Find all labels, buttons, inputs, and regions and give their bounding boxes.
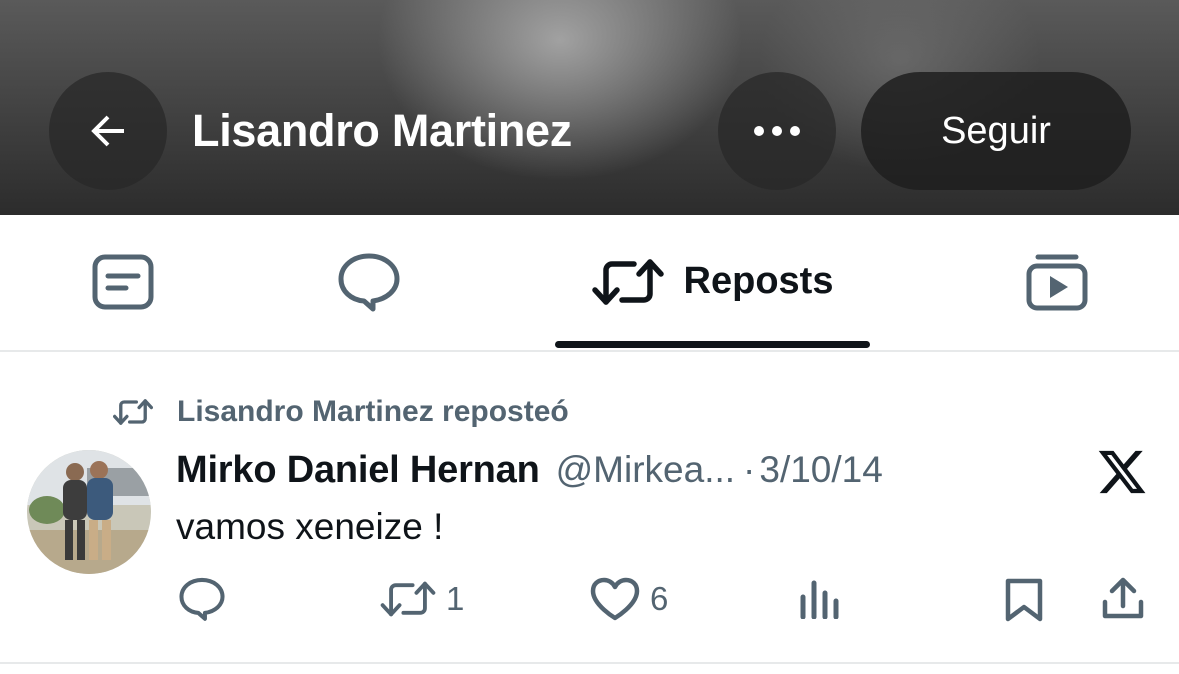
reply-bubble-icon (338, 253, 400, 311)
post-divider (0, 662, 1179, 664)
heart-icon (590, 577, 640, 621)
bookmark-icon (1005, 578, 1043, 622)
views-button[interactable] (798, 574, 842, 624)
repost-small-icon (113, 399, 153, 425)
profile-name: Lisandro Martinez (192, 105, 572, 156)
more-horizontal-icon (754, 126, 800, 136)
bookmark-button[interactable] (1003, 574, 1045, 624)
avatar-photo (27, 450, 151, 574)
repost-button[interactable]: 1 (380, 574, 464, 624)
tab-reposts[interactable]: Reposts (555, 215, 870, 348)
back-button[interactable] (49, 72, 167, 190)
share-icon (1102, 577, 1144, 619)
media-icon (1026, 254, 1088, 310)
author-name[interactable]: Mirko Daniel Hernan (176, 449, 540, 492)
tab-reposts-label: Reposts (683, 260, 834, 302)
profile-tabs: Reposts (0, 215, 1179, 348)
repost-context-text: Lisandro Martinez reposteó (177, 395, 569, 428)
avatar[interactable] (27, 450, 151, 574)
repost-context: Lisandro Martinez reposteó (113, 392, 569, 432)
tab-posts[interactable] (40, 215, 206, 348)
views-icon (800, 580, 839, 619)
repost-icon (380, 581, 436, 617)
more-button[interactable] (718, 72, 836, 190)
reply-icon (179, 577, 225, 621)
x-logo-icon (1098, 450, 1146, 494)
follow-button[interactable]: Seguir (861, 72, 1131, 190)
like-count: 6 (650, 580, 669, 617)
share-button[interactable] (1100, 574, 1146, 624)
tabs-divider (0, 350, 1179, 352)
active-tab-indicator (555, 341, 870, 348)
repost-count: 1 (446, 580, 465, 617)
profile-header: Lisandro Martinez Seguir (0, 0, 1179, 215)
separator-dot: · (743, 449, 756, 490)
like-button[interactable]: 6 (590, 574, 668, 624)
reply-button[interactable] (178, 574, 226, 624)
posts-icon (92, 254, 154, 309)
repost-icon (591, 258, 664, 305)
post-date[interactable]: 3/10/14 (759, 449, 882, 491)
author-handle[interactable]: @Mirkea... (556, 449, 735, 491)
tab-media[interactable] (974, 215, 1140, 348)
post-text: vamos xeneize ! (176, 506, 444, 547)
arrow-left-icon (91, 115, 124, 147)
post-header: Mirko Daniel Hernan @Mirkea... · 3/10/14 (176, 446, 883, 494)
tab-replies[interactable] (286, 215, 452, 348)
